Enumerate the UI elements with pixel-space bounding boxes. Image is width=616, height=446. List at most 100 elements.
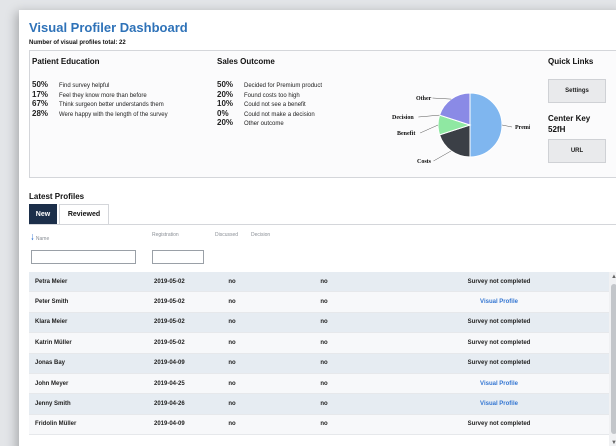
row-name: Katrin Müller bbox=[35, 339, 72, 346]
row-discussed: no bbox=[228, 380, 236, 387]
pie-label-benefit: Benefit bbox=[397, 131, 415, 137]
row-name: Fridolin Müller bbox=[35, 421, 77, 428]
table-row[interactable]: Fridolin Müller 2019-04-09 no no Survey not … bbox=[29, 414, 609, 436]
scroll-down-icon[interactable]: ▼ bbox=[611, 440, 616, 446]
sort-arrow-down-icon: 🠓 bbox=[31, 233, 34, 242]
row-decision: no bbox=[320, 339, 328, 346]
patient-education-heading: Patient Education bbox=[32, 57, 100, 66]
row-decision: no bbox=[320, 380, 328, 387]
row-discussed: no bbox=[228, 299, 236, 306]
table-row[interactable]: John Meyer 2019-04-25 no no Visual Profile bbox=[29, 373, 609, 395]
sales-item: 10% Could not see a benefit bbox=[217, 99, 306, 108]
row-registration: 2019-04-09 bbox=[154, 360, 185, 367]
pie-leader-line bbox=[432, 97, 452, 100]
education-item: 50% Find survey helpful bbox=[32, 80, 109, 89]
row-discussed: no bbox=[228, 339, 236, 346]
table-row[interactable]: Jenny Smith 2019-04-26 no no Visual Profile bbox=[29, 394, 609, 415]
sales-pie-chart: Premium Costs Benefit Decision Other bbox=[360, 83, 539, 167]
scrollbar-thumb[interactable] bbox=[611, 284, 616, 434]
table-scrollbar[interactable]: ▲ ▼ bbox=[609, 272, 616, 446]
page-title: Visual Profiler Dashboard bbox=[29, 20, 188, 35]
education-item: 17% Feel they know more than before bbox=[32, 90, 147, 99]
row-decision: no bbox=[320, 360, 328, 367]
sales-percent: 10% bbox=[217, 99, 234, 108]
row-discussed: no bbox=[228, 401, 236, 408]
column-header-name-label: Name bbox=[35, 236, 50, 242]
table-row[interactable]: Klara Meier 2019-05-02 no no Survey not comp… bbox=[29, 312, 609, 334]
sales-text: Could not make a decision bbox=[244, 111, 315, 118]
pie-leader-line bbox=[501, 124, 513, 128]
row-discussed: no bbox=[228, 360, 236, 367]
visual-profile-link[interactable]: Visual Profile bbox=[429, 381, 569, 387]
sales-percent: 20% bbox=[217, 118, 234, 127]
sales-item: 0% Could not make a decision bbox=[217, 109, 315, 118]
education-text: Feel they know more than before bbox=[59, 92, 147, 99]
row-status: Survey not completed bbox=[467, 421, 531, 428]
education-percent: 17% bbox=[32, 89, 49, 99]
table-row[interactable]: Katrin Müller 2019-05-02 no no Survey not co… bbox=[29, 333, 609, 354]
center-key: Center Key 52fH bbox=[548, 113, 590, 135]
table-row[interactable]: Jonas Bay 2019-04-09 no no Survey not comple… bbox=[29, 353, 609, 374]
center-key-label: Center Key bbox=[548, 114, 591, 123]
registration-filter-input[interactable] bbox=[152, 250, 204, 264]
row-status: Survey not completed bbox=[467, 319, 531, 326]
sales-item: 50% Decided for Premium product bbox=[217, 80, 322, 89]
pie-label-premium: Premium bbox=[515, 125, 530, 131]
quick-links-heading: Quick Links bbox=[548, 57, 594, 66]
url-button[interactable]: URL bbox=[548, 139, 606, 163]
row-registration: 2019-05-02 bbox=[154, 278, 185, 285]
row-registration: 2019-04-25 bbox=[154, 380, 185, 387]
profiles-total: Number of visual profiles total: 22 bbox=[29, 40, 126, 46]
row-registration: 2019-05-02 bbox=[154, 319, 185, 326]
name-filter-input[interactable] bbox=[31, 250, 136, 264]
visual-profile-link[interactable]: Visual Profile bbox=[429, 401, 569, 407]
row-name: Peter Smith bbox=[35, 299, 69, 306]
row-status: Survey not completed bbox=[467, 339, 531, 346]
row-registration: 2019-05-02 bbox=[154, 299, 185, 306]
pie-svg: Premium Costs Benefit Decision Other bbox=[392, 92, 539, 165]
row-decision: no bbox=[320, 401, 328, 408]
row-decision: no bbox=[320, 278, 328, 285]
row-discussed: no bbox=[228, 319, 236, 326]
column-header-discussed[interactable]: Discussed bbox=[215, 232, 238, 238]
visual-profile-link[interactable]: Visual Profile bbox=[429, 299, 569, 305]
tab-reviewed[interactable]: Reviewed bbox=[59, 204, 109, 224]
row-status: Survey not completed bbox=[467, 360, 531, 367]
profiles-table: Petra Meier 2019-05-02 no no Survey not comp… bbox=[29, 272, 609, 436]
row-name: John Meyer bbox=[35, 380, 69, 387]
table-row[interactable]: Peter Smith 2019-05-02 no no Visual Profile bbox=[29, 292, 609, 313]
column-header-registration[interactable]: Registration bbox=[152, 232, 179, 238]
tab-new[interactable]: New bbox=[29, 204, 57, 224]
sales-text: Could not see a benefit bbox=[244, 102, 306, 108]
dashboard-window: Visual Profiler Dashboard Number of visu… bbox=[19, 10, 616, 446]
education-percent: 67% bbox=[32, 99, 49, 108]
row-registration: 2019-04-09 bbox=[154, 421, 185, 428]
sales-text: Other outcome bbox=[244, 121, 284, 127]
education-text: Were happy with the length of the survey bbox=[59, 111, 168, 118]
column-header-name[interactable]: 🠓 Name bbox=[31, 232, 49, 246]
center-key-value: 52fH bbox=[548, 125, 566, 134]
sales-percent: 50% bbox=[217, 80, 234, 89]
sales-outcome-heading: Sales Outcome bbox=[217, 57, 275, 66]
education-text: Think surgeon better understands them bbox=[59, 102, 164, 108]
sales-item: 20% Other outcome bbox=[217, 118, 284, 127]
pie-label-costs: Costs bbox=[417, 159, 432, 165]
settings-button[interactable]: Settings bbox=[548, 79, 606, 103]
sales-percent: 20% bbox=[217, 89, 234, 99]
pie-label-decision: Decision bbox=[392, 115, 414, 121]
row-name: Jenny Smith bbox=[35, 401, 71, 408]
row-discussed: no bbox=[228, 421, 236, 428]
latest-profiles-heading: Latest Profiles bbox=[29, 192, 85, 201]
row-discussed: no bbox=[228, 278, 236, 285]
row-registration: 2019-05-02 bbox=[154, 339, 185, 346]
pie-leader-line bbox=[419, 124, 439, 134]
pie-leader-line bbox=[433, 150, 452, 162]
row-name: Petra Meier bbox=[35, 278, 68, 285]
scroll-up-icon[interactable]: ▲ bbox=[611, 274, 616, 280]
column-header-decision[interactable]: Decision bbox=[251, 232, 270, 238]
pie-leader-line bbox=[418, 114, 440, 118]
education-item: 67% Think surgeon better understands them bbox=[32, 99, 164, 108]
table-row[interactable]: Petra Meier 2019-05-02 no no Survey not comp… bbox=[29, 272, 609, 293]
row-name: Klara Meier bbox=[35, 319, 68, 326]
row-registration: 2019-04-26 bbox=[154, 401, 185, 408]
